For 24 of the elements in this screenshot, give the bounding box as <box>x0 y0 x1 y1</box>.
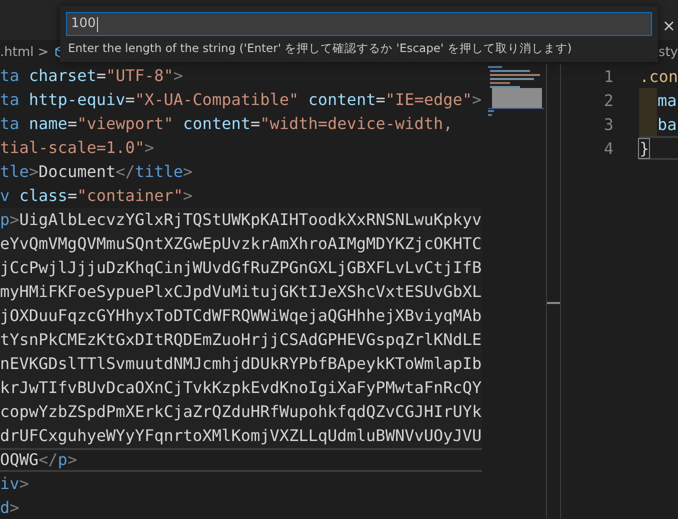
code-line: } <box>639 136 678 160</box>
breadcrumb-separator: > <box>38 44 49 60</box>
code-line: .con <box>639 66 678 88</box>
input-hint: Enter the length of the string ('Enter' を押して確認するか 'Escape' を押して取り消します) <box>67 41 573 56</box>
minimap[interactable] <box>488 66 544 118</box>
line-number: 2 <box>602 90 614 110</box>
breadcrumb-file[interactable]: .html <box>0 44 34 60</box>
tab-label[interactable]: sty <box>658 44 678 60</box>
line-number: 1 <box>602 66 614 86</box>
line-number: 3 <box>602 114 614 134</box>
code-line: ma <box>639 88 678 112</box>
code-line: ba <box>639 112 678 136</box>
scroll-marker <box>546 302 560 304</box>
close-button[interactable]: × <box>660 14 678 36</box>
code-line: ta name="viewport" content="width=device-width, <box>0 113 454 135</box>
line-number: 4 <box>602 138 614 158</box>
code-line: iv> <box>0 473 30 495</box>
code-line: tle>Document</title> <box>0 161 194 183</box>
code-line: ta charset="UTF-8"> <box>0 65 184 87</box>
code-line: d> <box>0 497 20 519</box>
input-field[interactable]: 100 <box>66 12 652 36</box>
code-line: ta http-equiv="X-UA-Compatible" content="IE=edge"> <box>0 89 482 111</box>
code-line: v class="container"> <box>0 185 194 207</box>
code-line: tial-scale=1.0"> <box>0 137 156 159</box>
